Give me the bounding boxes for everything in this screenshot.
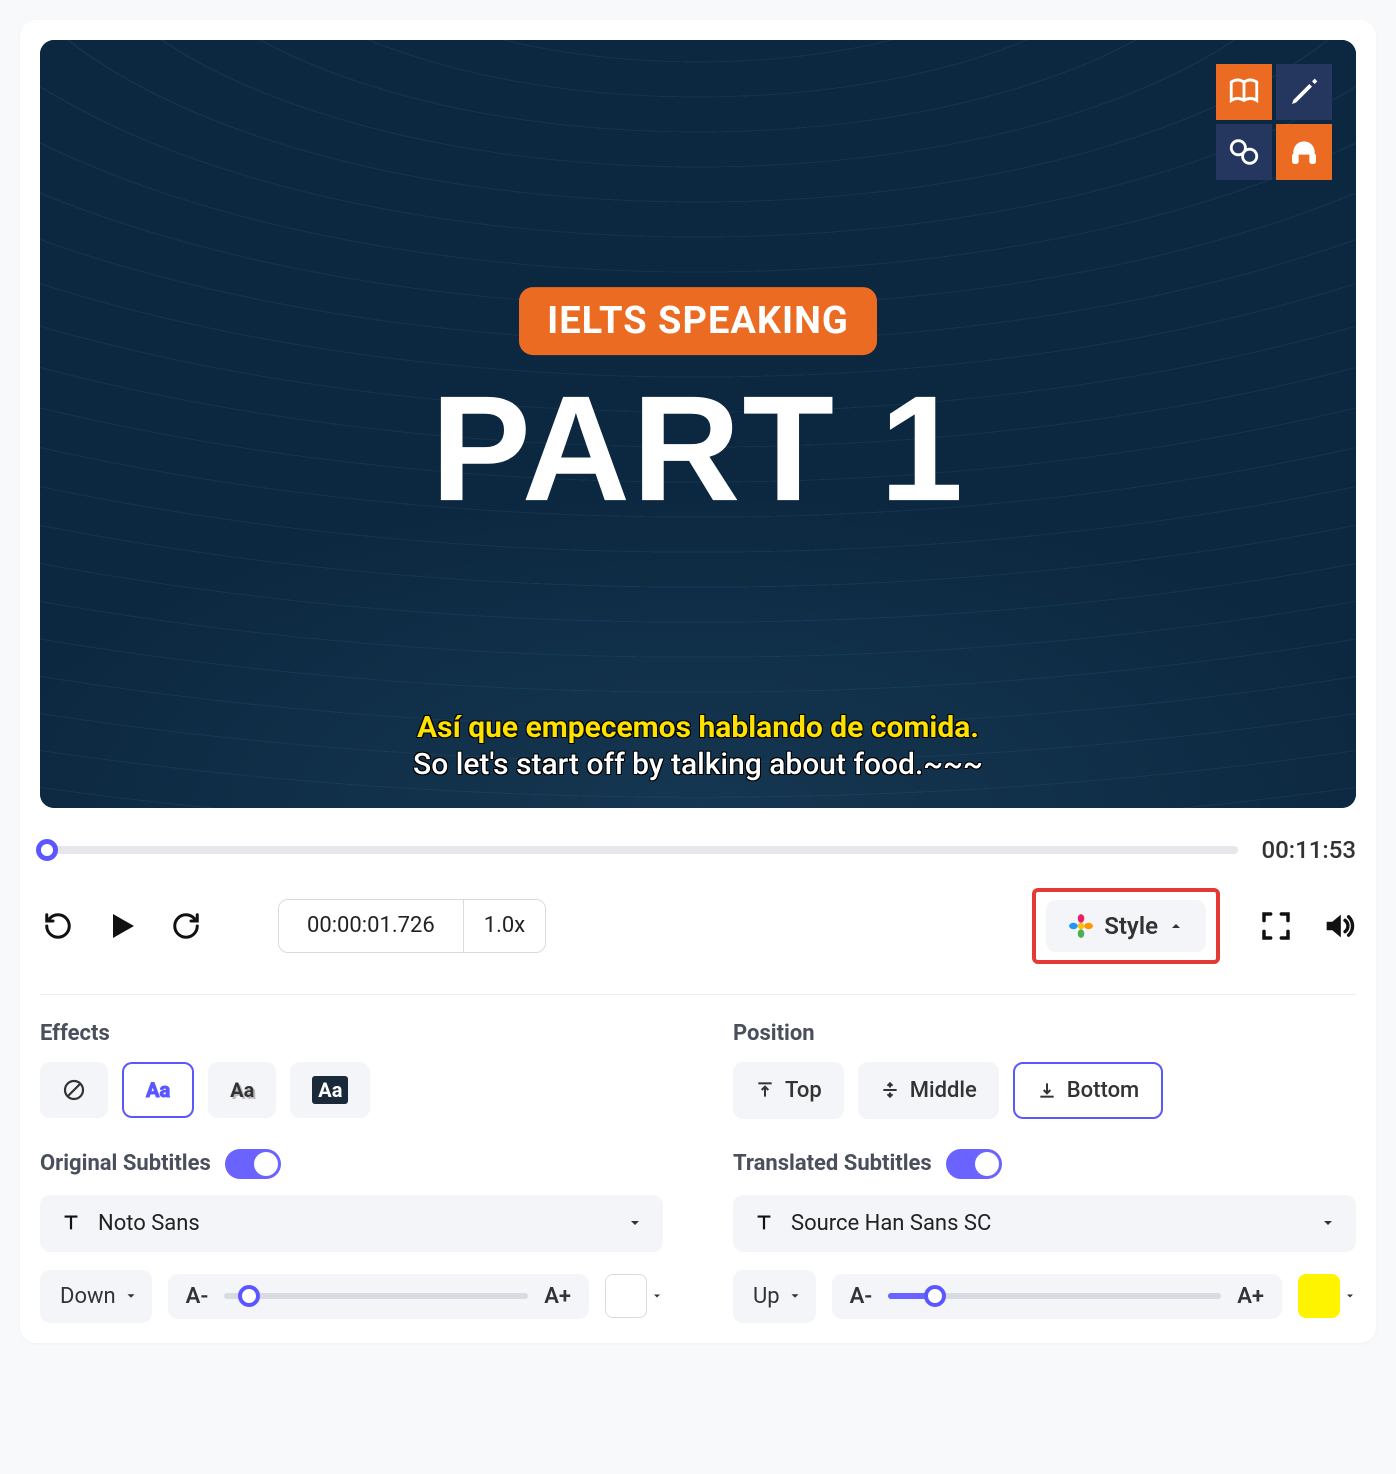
original-font-select[interactable]: Noto Sans [40, 1195, 663, 1252]
text-icon [753, 1212, 775, 1234]
translated-font-select[interactable]: Source Han Sans SC [733, 1195, 1356, 1252]
chevron-up-icon [1168, 918, 1184, 934]
translated-size-increase[interactable]: A+ [1237, 1284, 1264, 1309]
position-middle-button[interactable]: Middle [858, 1062, 999, 1119]
volume-button[interactable] [1320, 908, 1356, 944]
video-pill: IELTS SPEAKING [519, 287, 877, 355]
position-bottom-button[interactable]: Bottom [1013, 1062, 1163, 1119]
original-size-control: A- A+ [168, 1274, 589, 1319]
effect-box-button[interactable]: Aa [290, 1062, 370, 1118]
video-title-block: IELTS SPEAKING PART 1 [40, 287, 1356, 523]
play-button[interactable] [104, 908, 140, 944]
speaking-icon [1216, 124, 1272, 180]
effect-shadow-button[interactable]: Aa [208, 1062, 276, 1118]
reading-icon [1216, 64, 1272, 120]
original-size-slider[interactable] [224, 1293, 528, 1299]
skill-badges [1216, 64, 1332, 180]
align-bottom-icon [1037, 1080, 1057, 1100]
translated-size-decrease[interactable]: A- [850, 1284, 873, 1309]
rewind-button[interactable] [40, 908, 76, 944]
effect-none-button[interactable] [40, 1062, 108, 1118]
video-title: PART 1 [40, 373, 1356, 523]
current-time-input[interactable]: 00:00:01.726 [279, 900, 463, 952]
chevron-down-icon [1320, 1215, 1336, 1231]
fullscreen-button[interactable] [1258, 908, 1294, 944]
subtitle-original: So let's start off by talking about food… [40, 747, 1356, 782]
style-highlight-box: Style [1032, 888, 1220, 964]
align-top-icon [755, 1080, 775, 1100]
subtitle-translated: Así que empecemos hablando de comida. [40, 710, 1356, 745]
style-label: Style [1104, 912, 1158, 940]
video-preview[interactable]: IELTS SPEAKING PART 1 Así que empecemos … [40, 40, 1356, 808]
effects-heading: Effects [40, 1021, 663, 1046]
chevron-down-icon [627, 1215, 643, 1231]
translated-size-slider[interactable] [888, 1293, 1221, 1299]
duration-label: 00:11:53 [1262, 836, 1357, 864]
chevron-down-icon [1344, 1290, 1356, 1302]
text-icon [60, 1212, 82, 1234]
seek-thumb[interactable] [36, 839, 58, 861]
flower-icon [1068, 913, 1094, 939]
effect-outline-button[interactable]: Aa [122, 1062, 194, 1118]
forward-button[interactable] [168, 908, 204, 944]
align-middle-icon [880, 1080, 900, 1100]
translated-direction-select[interactable]: Up [733, 1270, 816, 1323]
translated-subtitles-heading: Translated Subtitles [733, 1151, 932, 1176]
original-subtitles-toggle[interactable] [225, 1149, 281, 1179]
position-heading: Position [733, 1021, 1356, 1046]
seek-bar[interactable] [40, 846, 1238, 854]
time-rate-box: 00:00:01.726 1.0x [278, 899, 546, 953]
none-icon [62, 1078, 86, 1102]
subtitle-editor-card: IELTS SPEAKING PART 1 Así que empecemos … [20, 20, 1376, 1343]
original-subtitles-heading: Original Subtitles [40, 1151, 211, 1176]
original-size-decrease[interactable]: A- [186, 1284, 209, 1309]
style-dropdown[interactable]: Style [1046, 900, 1206, 952]
writing-icon [1276, 64, 1332, 120]
position-top-button[interactable]: Top [733, 1062, 844, 1119]
chevron-down-icon [788, 1289, 802, 1303]
original-color-picker[interactable] [605, 1274, 663, 1318]
original-direction-select[interactable]: Down [40, 1270, 152, 1323]
chevron-down-icon [124, 1289, 138, 1303]
listening-icon [1276, 124, 1332, 180]
playback-rate-button[interactable]: 1.0x [463, 900, 545, 952]
original-size-increase[interactable]: A+ [544, 1284, 571, 1309]
chevron-down-icon [651, 1290, 663, 1302]
subtitles-overlay: Así que empecemos hablando de comida. So… [40, 710, 1356, 782]
translated-color-picker[interactable] [1298, 1274, 1356, 1318]
translated-subtitles-toggle[interactable] [946, 1149, 1002, 1179]
translated-size-control: A- A+ [832, 1274, 1282, 1319]
